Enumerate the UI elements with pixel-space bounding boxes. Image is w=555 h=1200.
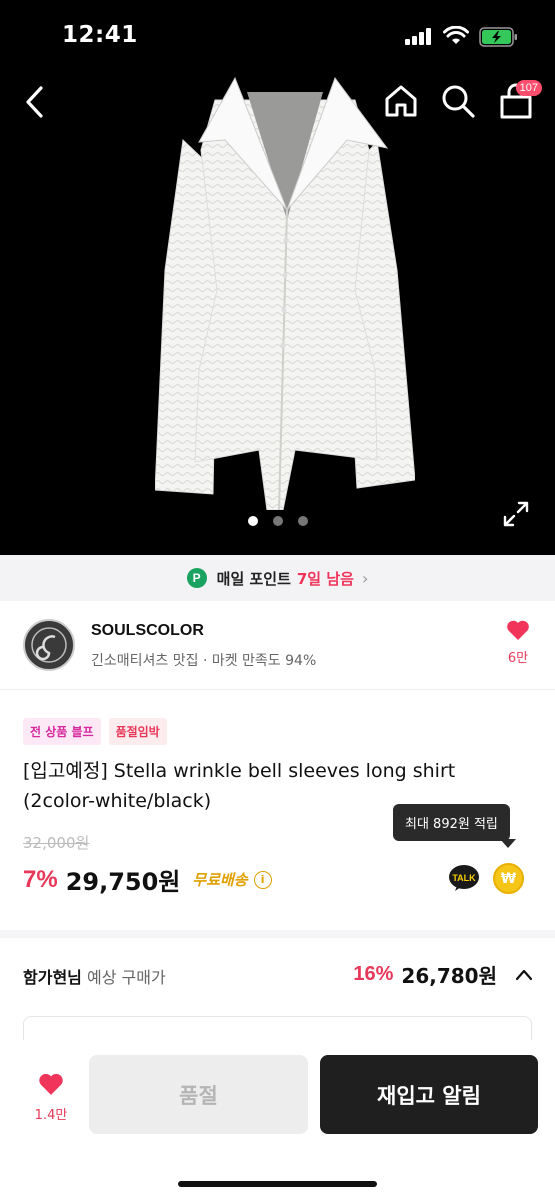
restock-alert-button[interactable]: 재입고 알림 — [320, 1055, 538, 1134]
cellular-signal-icon — [405, 28, 431, 45]
estimated-price: 26,780원 — [401, 964, 497, 988]
product-tags: 전 상품 블프 품절임박 — [23, 718, 167, 745]
product-photo — [155, 76, 415, 510]
kakao-talk-icon[interactable]: TALK — [448, 864, 480, 892]
chevron-up-icon[interactable] — [515, 966, 533, 984]
heart-icon — [507, 620, 529, 640]
shop-logo-mark-icon — [31, 627, 67, 663]
promo-tag: 전 상품 블프 — [23, 718, 101, 745]
estimate-text: 예상 구매가 — [81, 968, 166, 987]
product-image-carousel[interactable]: 12:41 107 — [0, 0, 555, 555]
carousel-dot[interactable] — [297, 516, 308, 526]
shop-info[interactable]: SOULSCOLOR 긴소매티셔츠 맛집 · 마켓 만족도 94% 6만 — [0, 601, 555, 690]
status-bar: 12:41 — [0, 0, 555, 70]
estimated-price-row[interactable]: 함가현님 예상 구매가 16% 26,780원 — [0, 946, 555, 1002]
discount-rate: 7% — [23, 865, 58, 893]
sale-price: 29,750원 — [65, 868, 181, 896]
home-indicator — [178, 1181, 377, 1187]
fullscreen-expand-icon[interactable] — [502, 500, 530, 528]
estimated-discount: 16% — [353, 963, 394, 985]
original-price: 32,000원 — [23, 834, 90, 852]
carousel-dot[interactable] — [247, 516, 258, 526]
bottom-action-bar: 1.4만 품절 재입고 알림 — [0, 1040, 555, 1200]
back-icon[interactable] — [18, 82, 54, 122]
free-shipping-label: 무료배송 — [192, 871, 248, 889]
cart-button[interactable]: 107 — [496, 80, 542, 122]
shop-logo[interactable] — [23, 619, 75, 671]
section-divider — [0, 930, 555, 938]
tooltip-arrow — [500, 839, 516, 848]
info-icon[interactable]: i — [253, 870, 272, 889]
search-icon[interactable] — [439, 82, 477, 120]
heart-icon — [39, 1073, 63, 1095]
point-banner-label: 매일 포인트 — [216, 569, 291, 588]
estimated-price-label: 함가현님 예상 구매가 — [23, 964, 166, 988]
carousel-dot[interactable] — [272, 516, 283, 526]
user-name: 함가현님 — [23, 968, 82, 987]
reward-tooltip: 최대 892원 적립 — [393, 804, 510, 841]
status-time: 12:41 — [62, 22, 138, 48]
reward-coin-button[interactable]: ₩ — [493, 863, 524, 894]
shop-description: 긴소매티셔츠 맛집 · 마켓 만족도 94% — [91, 653, 317, 669]
shop-like-button[interactable]: 6만 — [500, 619, 536, 666]
shop-like-count: 6만 — [507, 651, 529, 666]
point-banner-remaining: 7일 남음 — [296, 569, 354, 588]
wifi-icon — [443, 26, 469, 44]
point-icon: P — [186, 568, 207, 588]
battery-charging-icon — [479, 27, 517, 47]
product-like-count: 1.4만 — [34, 1108, 68, 1123]
shop-name[interactable]: SOULSCOLOR — [91, 622, 204, 640]
talk-label: TALK — [452, 873, 476, 883]
carousel-indicator — [0, 516, 555, 526]
price-row: 7% 29,750원 무료배송 i — [23, 862, 272, 897]
cart-count-badge: 107 — [515, 80, 542, 96]
estimated-price-value: 16% 26,780원 — [353, 960, 533, 989]
daily-point-banner[interactable]: P 매일 포인트 7일 남음 › — [0, 555, 555, 601]
product-like-button[interactable]: 1.4만 — [28, 1072, 74, 1123]
won-coin-icon: ₩ — [500, 870, 517, 887]
chevron-right-icon: › — [361, 568, 369, 588]
soldout-button: 품절 — [89, 1055, 308, 1134]
soldout-soon-tag: 품절임박 — [108, 718, 167, 745]
